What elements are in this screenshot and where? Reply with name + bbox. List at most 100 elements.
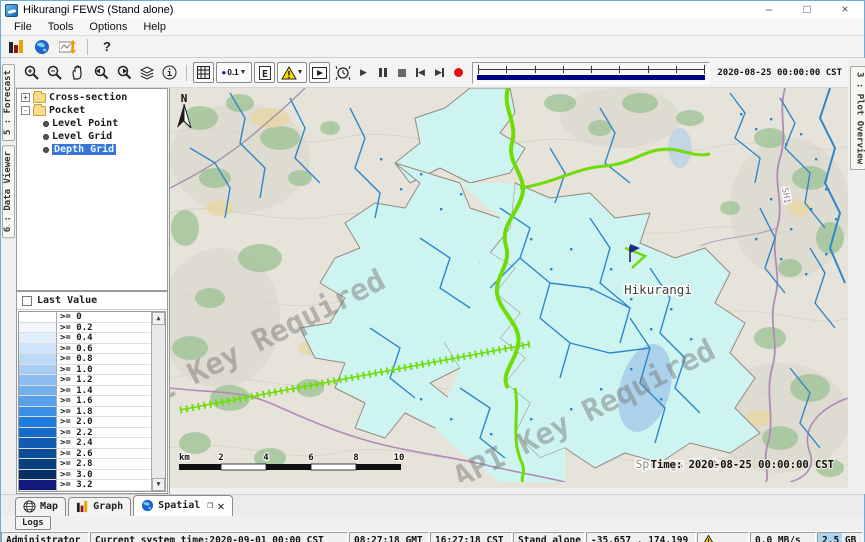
svg-text:N: N xyxy=(181,92,188,105)
step-back-button[interactable]: ◀ xyxy=(412,64,429,82)
legend-row: >= 0 xyxy=(19,312,151,323)
collapse-toggle-icon[interactable]: - xyxy=(21,106,30,115)
zoom-next-button[interactable] xyxy=(113,62,134,83)
grid-display-button[interactable] xyxy=(193,62,214,83)
help-button[interactable]: ? xyxy=(96,37,118,56)
menu-bar: File Tools Options Help xyxy=(1,19,864,36)
tree-item-label[interactable]: Level Grid xyxy=(52,131,112,142)
tree-item-cross-section[interactable]: + Cross-section xyxy=(17,91,167,104)
tab-data-viewer[interactable]: 6 : Data Viewer xyxy=(2,145,15,238)
tab-graph-label: Graph xyxy=(93,501,123,512)
color-swatch xyxy=(19,438,57,449)
tree-item-label[interactable]: Level Point xyxy=(52,118,118,129)
color-swatch xyxy=(19,312,57,323)
zoom-in-button[interactable] xyxy=(21,62,42,83)
close-button[interactable]: × xyxy=(826,1,864,19)
play-button[interactable]: ▶ xyxy=(355,64,372,82)
tab-forecast[interactable]: 5 : Forecast xyxy=(2,64,15,141)
zoom-in-icon xyxy=(24,65,40,81)
close-panel-icon[interactable]: ✕ xyxy=(217,499,224,513)
scroll-up-icon[interactable]: ▲ xyxy=(152,312,165,325)
warning-dropdown-button[interactable]: ▼ xyxy=(277,62,307,83)
time-step-button[interactable] xyxy=(332,62,353,83)
menu-tools[interactable]: Tools xyxy=(41,20,81,34)
warning-icon xyxy=(281,66,297,80)
info-icon: i xyxy=(162,65,177,80)
layer-dot-icon xyxy=(43,134,49,140)
color-swatch xyxy=(19,344,57,355)
layers-button[interactable] xyxy=(136,62,157,83)
tab-plot-overview[interactable]: 3 : Plot Overview xyxy=(850,66,865,170)
legend-row: >= 3.0 xyxy=(19,470,151,481)
tree-item-label[interactable]: Pocket xyxy=(49,105,85,116)
legend-title: Last Value xyxy=(37,295,97,306)
maximize-button[interactable]: □ xyxy=(788,1,826,19)
tree-item-level-grid[interactable]: Level Grid xyxy=(17,130,167,143)
zoom-previous-button[interactable] xyxy=(90,62,111,83)
chevron-down-icon: ▼ xyxy=(297,69,304,76)
bar-chart-icon xyxy=(76,500,89,513)
menu-file[interactable]: File xyxy=(7,20,39,34)
tree-item-depth-grid[interactable]: Depth Grid xyxy=(17,143,167,156)
pan-button[interactable] xyxy=(67,62,88,83)
legend-row: >= 1.2 xyxy=(19,375,151,386)
tab-map[interactable]: Map xyxy=(15,497,66,516)
tab-graph[interactable]: Graph xyxy=(68,497,131,516)
record-button[interactable] xyxy=(450,64,467,82)
pause-icon xyxy=(379,68,387,77)
step-forward-button[interactable]: ▶ xyxy=(431,64,448,82)
tree-item-label-selected[interactable]: Depth Grid xyxy=(52,144,116,155)
contour-interval-dropdown[interactable]: ● 0.1 ▼ xyxy=(216,62,252,83)
pause-button[interactable] xyxy=(374,64,391,82)
svg-text:10: 10 xyxy=(394,453,405,463)
folder-icon xyxy=(33,93,46,103)
info-button[interactable]: i xyxy=(159,62,180,83)
logs-button[interactable]: Logs xyxy=(15,516,51,530)
map-time-label: Time: 2020-08-25 00:00:00 CST xyxy=(651,459,834,471)
scroll-down-icon[interactable]: ▼ xyxy=(152,478,165,491)
tree-item-label[interactable]: Cross-section xyxy=(49,92,127,103)
status-network-speed: 0.0 MB/s xyxy=(750,532,816,542)
color-swatch xyxy=(19,407,57,418)
stop-icon xyxy=(398,69,406,77)
menu-help[interactable]: Help xyxy=(136,20,173,34)
minimize-button[interactable]: – xyxy=(750,1,788,19)
svg-text:km: km xyxy=(179,453,190,463)
tree-item-pocket[interactable]: - Pocket xyxy=(17,104,167,117)
tab-spatial[interactable]: Spatial ❐ ✕ xyxy=(133,495,232,516)
stop-button[interactable] xyxy=(393,64,410,82)
tree-item-level-point[interactable]: Level Point xyxy=(17,117,167,130)
legend-row: >= 2.8 xyxy=(19,459,151,470)
labels-toggle-button[interactable]: E xyxy=(254,62,275,83)
restore-panel-icon[interactable]: ❐ xyxy=(207,500,213,511)
animation-dialog-button[interactable] xyxy=(309,62,330,83)
status-warning[interactable] xyxy=(697,532,749,542)
graph-display-button[interactable] xyxy=(57,37,79,56)
right-tab-strip: 3 : Plot Overview xyxy=(848,58,865,494)
status-local-time: 16:27:18 CST xyxy=(430,532,512,542)
toolbar-separator xyxy=(87,39,88,55)
title-bar: Hikurangi FEWS (Stand alone) – □ × xyxy=(1,1,864,19)
timeline-slider[interactable] xyxy=(472,62,710,84)
color-swatch xyxy=(19,375,57,386)
spatial-display-button[interactable] xyxy=(31,37,53,56)
status-user: Administrator xyxy=(1,532,89,542)
layer-dot-icon xyxy=(43,121,49,127)
last-value-checkbox[interactable] xyxy=(22,296,32,306)
legend-scrollbar[interactable]: ▲ ▼ xyxy=(151,312,165,491)
timeseries-dialog-button[interactable] xyxy=(5,37,27,56)
expand-toggle-icon[interactable]: + xyxy=(21,93,30,102)
skip-forward-icon: ▶ xyxy=(435,67,444,78)
tab-spatial-label: Spatial xyxy=(158,500,200,511)
content-area: 5 : Forecast 6 : Data Viewer xyxy=(1,58,864,494)
bottom-tab-bar: Map Graph Spatial ❐ ✕ xyxy=(1,494,864,516)
zoom-next-icon xyxy=(116,65,132,81)
town-label: Hikurangi xyxy=(624,282,692,297)
map-viewport[interactable]: API Key Required API Key Required Hikura… xyxy=(169,88,848,494)
pan-hand-icon xyxy=(70,65,85,81)
legend-list: >= 0 >= 0.2 >= 0.4 >= 0.6 >= 0.8 >= 1.0 … xyxy=(19,312,151,491)
zoom-out-button[interactable] xyxy=(44,62,65,83)
folder-icon xyxy=(33,106,46,116)
map-canvas[interactable]: API Key Required API Key Required Hikura… xyxy=(170,88,848,482)
menu-options[interactable]: Options xyxy=(82,20,134,34)
